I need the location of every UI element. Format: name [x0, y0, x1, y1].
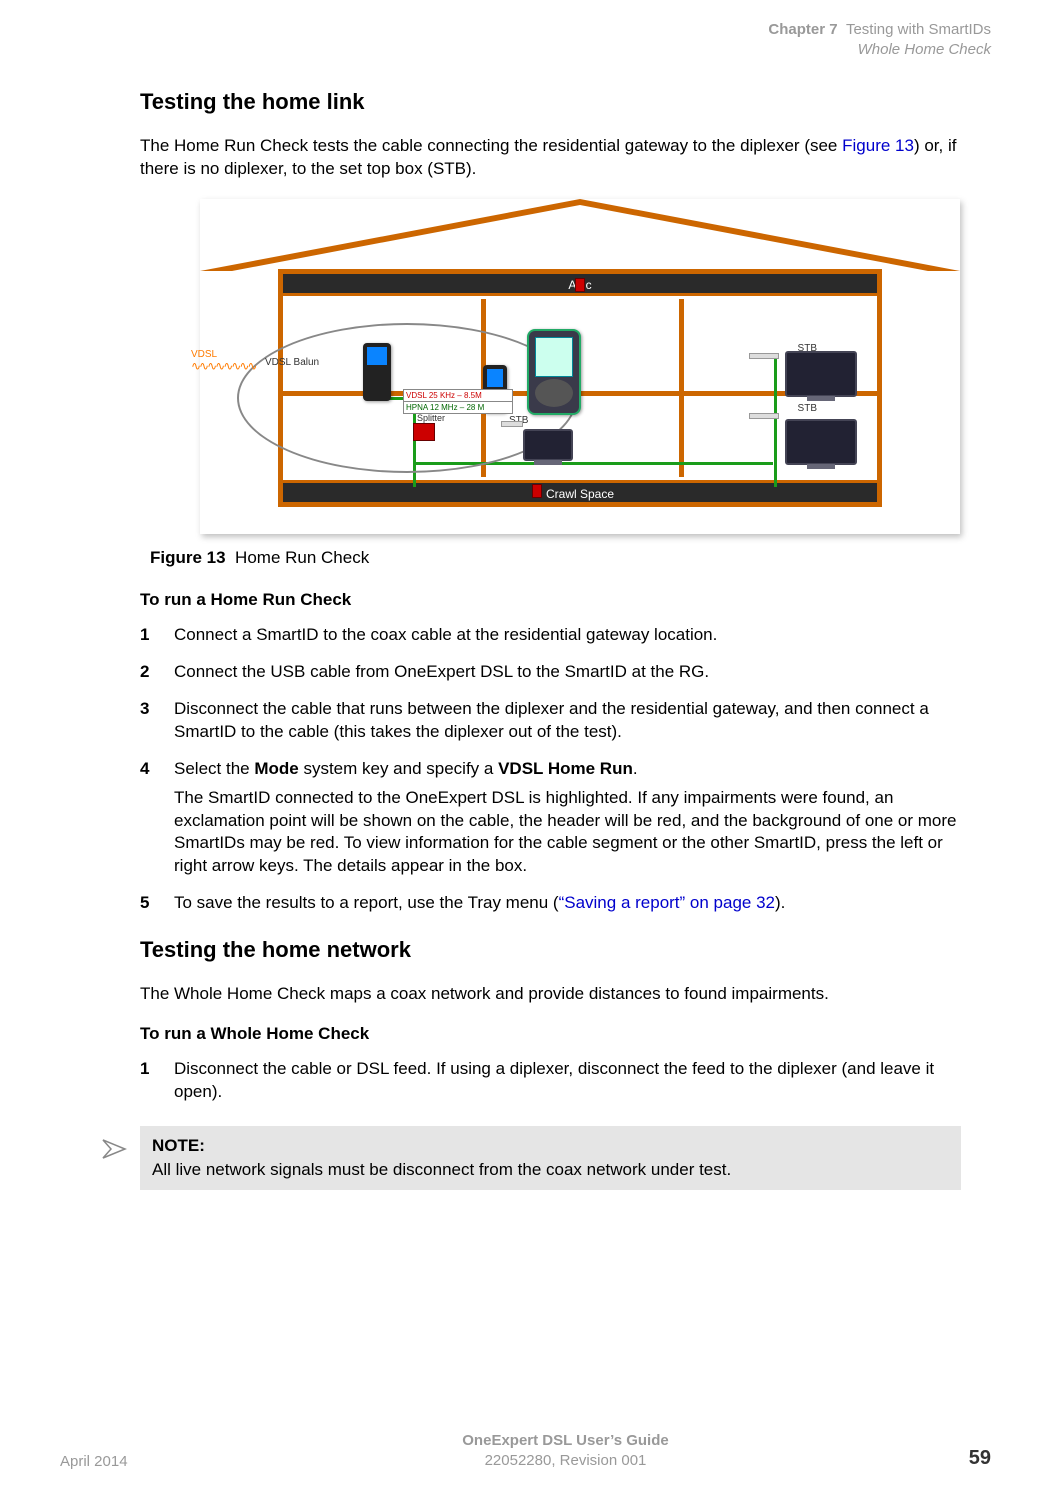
- step-4-followup: The SmartID connected to the OneExpert D…: [174, 787, 961, 879]
- step-1: 1 Connect a SmartID to the coax cable at…: [140, 624, 961, 647]
- header-section: Whole Home Check: [60, 40, 991, 60]
- page-content: Testing the home link The Home Run Check…: [60, 89, 991, 1190]
- crawl-splitter-icon: [532, 484, 542, 498]
- intro-paragraph-1: The Home Run Check tests the cable conne…: [140, 135, 961, 181]
- chapter-number: Chapter 7: [768, 21, 837, 38]
- figure-caption: Figure 13 Home Run Check: [150, 548, 961, 568]
- stb-label: STB: [798, 403, 817, 414]
- note-title: NOTE:: [152, 1134, 949, 1158]
- coax-wire: [774, 353, 777, 397]
- intro-paragraph-2: The Whole Home Check maps a coax network…: [140, 983, 961, 1006]
- step-3: 3 Disconnect the cable that runs between…: [140, 698, 961, 744]
- procedure-heading-whole-home: To run a Whole Home Check: [140, 1024, 961, 1044]
- stb-icon: [749, 413, 779, 419]
- chapter-title: Testing with SmartIDs: [846, 21, 991, 38]
- footer-guide-title: OneExpert DSL User’s Guide: [200, 1431, 931, 1451]
- step-2: 2 Connect the USB cable from OneExpert D…: [140, 661, 961, 684]
- crawl-label: Crawl Space: [283, 480, 877, 502]
- footer-page-number: 59: [931, 1447, 991, 1470]
- link-figure-13[interactable]: Figure 13: [842, 136, 914, 155]
- whole-home-steps: 1 Disconnect the cable or DSL feed. If u…: [140, 1058, 961, 1104]
- footer-docnum: 22052280, Revision 001: [200, 1451, 931, 1471]
- step-4: 4 Select the Mode system key and specify…: [140, 758, 961, 879]
- coax-wire: [774, 397, 777, 487]
- page-header: Chapter 7 Testing with SmartIDs Whole Ho…: [60, 20, 991, 59]
- tv-icon: [785, 351, 857, 397]
- splitter-label: Splitter: [417, 413, 445, 423]
- home-run-steps: 1 Connect a SmartID to the coax cable at…: [140, 624, 961, 915]
- procedure-heading-home-run: To run a Home Run Check: [140, 590, 961, 610]
- balun-label: VDSL Balun: [265, 357, 319, 368]
- splitter-icon: [413, 423, 435, 441]
- attic-splitter-icon: [575, 278, 585, 292]
- frequency-legend: VDSL 25 KHz – 8.5M HPNA 12 MHz – 28 M: [403, 389, 513, 414]
- note-body: All live network signals must be disconn…: [152, 1158, 949, 1182]
- tv-icon: [523, 429, 573, 461]
- page-footer: April 2014 OneExpert DSL User’s Guide 22…: [60, 1431, 991, 1470]
- step-1: 1 Disconnect the cable or DSL feed. If u…: [140, 1058, 961, 1104]
- heading-testing-home-network: Testing the home network: [140, 937, 961, 963]
- stb-icon: [749, 353, 779, 359]
- note-callout: NOTE: All live network signals must be d…: [94, 1126, 961, 1190]
- link-saving-report[interactable]: “Saving a report” on page 32: [559, 893, 775, 912]
- oneexpert-device-icon: [527, 329, 581, 415]
- step-5: 5 To save the results to a report, use t…: [140, 892, 961, 915]
- vdsl-signal-icon: ∿∿∿∿∿∿∿∿: [191, 359, 261, 373]
- home-run-diagram: Attic Crawl Space VDS: [200, 199, 960, 534]
- stb-icon: [501, 421, 523, 427]
- smartid-device-icon: [363, 343, 391, 401]
- footer-date: April 2014: [60, 1453, 200, 1470]
- figure-13: Attic Crawl Space VDS: [140, 199, 961, 568]
- note-arrow-icon: [94, 1126, 134, 1172]
- heading-testing-home-link: Testing the home link: [140, 89, 961, 115]
- tv-icon: [785, 419, 857, 465]
- attic-label: Attic: [283, 274, 877, 296]
